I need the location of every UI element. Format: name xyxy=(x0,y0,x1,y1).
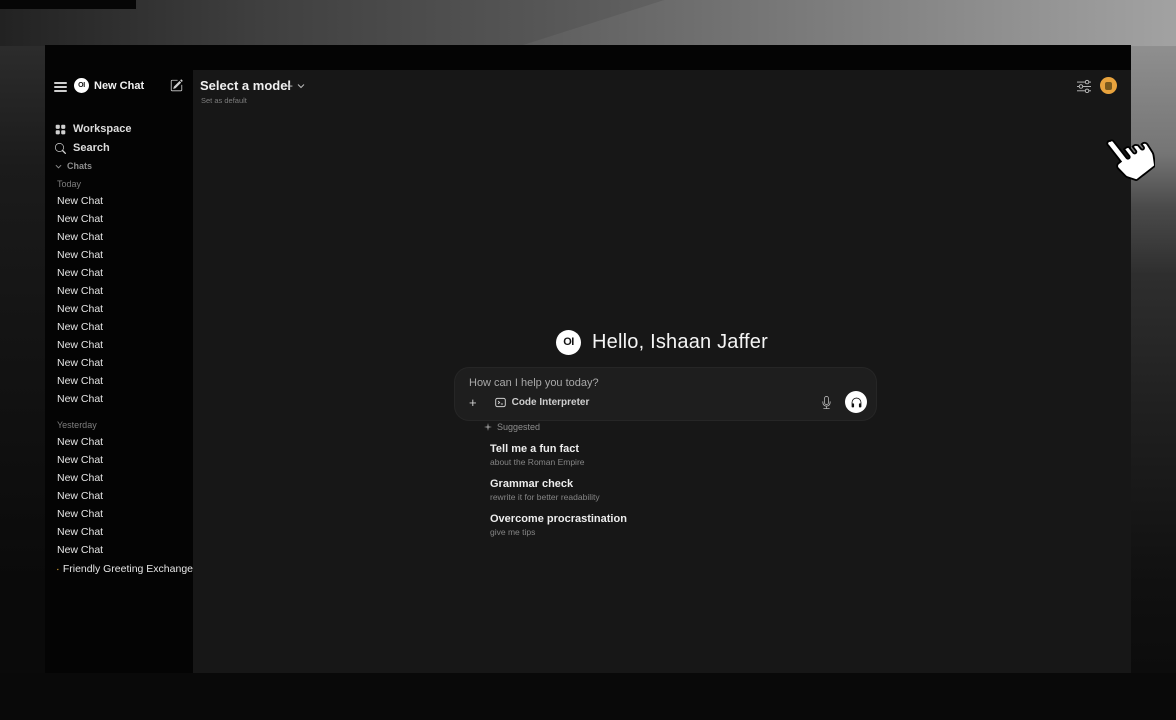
suggested-prompt[interactable]: Grammar check rewrite it for better read… xyxy=(484,478,904,502)
suggested-prompt[interactable]: Overcome procrastination give me tips xyxy=(484,513,904,537)
suggested-title: Overcome procrastination xyxy=(490,513,904,525)
chat-list-item[interactable]: New Chat xyxy=(45,487,193,505)
chevron-down-icon xyxy=(297,82,305,90)
message-composer[interactable]: How can I help you today? + Code Interpr… xyxy=(455,368,876,420)
chat-list-item[interactable]: New Chat xyxy=(45,282,193,300)
code-interpreter-toggle[interactable]: Code Interpreter xyxy=(495,397,590,408)
suggested-subtitle: rewrite it for better readability xyxy=(490,492,904,502)
composer-placeholder[interactable]: How can I help you today? xyxy=(469,377,599,389)
code-interpreter-label: Code Interpreter xyxy=(512,397,590,408)
chat-list-item[interactable]: New Chat xyxy=(45,505,193,523)
chat-list-yesterday: New Chat New Chat New Chat New Chat New … xyxy=(45,433,193,559)
greeting: OI Hello, Ishaan Jaffer xyxy=(193,326,1131,358)
chat-list-item[interactable]: New Chat xyxy=(45,469,193,487)
backdrop-notch xyxy=(0,0,136,9)
greeting-logo-text: OI xyxy=(563,336,574,348)
chat-list-item[interactable]: New Chat xyxy=(45,336,193,354)
voice-call-button[interactable] xyxy=(845,391,867,413)
chat-list-item[interactable]: New Chat xyxy=(45,451,193,469)
greeting-text: Hello, Ishaan Jaffer xyxy=(592,331,768,354)
sidebar: OI New Chat Workspace Search xyxy=(45,70,193,673)
chat-list-item-friendly-greeting[interactable]: Friendly Greeting Exchange xyxy=(45,560,193,578)
chat-list-item[interactable]: New Chat xyxy=(45,246,193,264)
chevron-down-icon xyxy=(55,163,62,170)
backdrop-right xyxy=(1131,46,1176,720)
terminal-icon xyxy=(495,397,506,408)
chat-list-item[interactable]: New Chat xyxy=(45,264,193,282)
backdrop-bottom xyxy=(0,673,1176,720)
chat-list-item[interactable]: New Chat xyxy=(45,372,193,390)
app-logo-text: OI xyxy=(78,82,85,89)
desktop-backdrop: OI New Chat Workspace Search xyxy=(0,0,1176,720)
add-model-button[interactable]: + xyxy=(286,79,293,93)
chat-list-item[interactable]: New Chat xyxy=(45,541,193,559)
search-label: Search xyxy=(73,142,110,154)
chat-list-item[interactable]: New Chat xyxy=(45,433,193,451)
open-webui-window: OI New Chat Workspace Search xyxy=(45,45,1131,673)
suggested-label: Suggested xyxy=(497,422,540,432)
greeting-logo: OI xyxy=(556,330,581,355)
chats-section-toggle[interactable]: Chats xyxy=(55,161,92,171)
set-as-default-link[interactable]: Set as default xyxy=(201,96,247,105)
chat-list-item[interactable]: New Chat xyxy=(45,300,193,318)
sidebar-title: New Chat xyxy=(94,80,144,92)
group-label-today: Today xyxy=(57,179,81,189)
chats-label: Chats xyxy=(67,161,92,171)
sidebar-toggle-icon[interactable] xyxy=(54,82,67,91)
microphone-icon[interactable] xyxy=(820,396,833,409)
search-icon xyxy=(55,143,66,154)
pinned-chat-title: Friendly Greeting Exchange xyxy=(63,563,193,575)
chat-list-today: New Chat New Chat New Chat New Chat New … xyxy=(45,192,193,408)
chat-list-item[interactable]: New Chat xyxy=(45,210,193,228)
backdrop-left xyxy=(0,46,45,720)
suggested-prompts: Suggested Tell me a fun fact about the R… xyxy=(484,422,904,537)
suggested-title: Grammar check xyxy=(490,478,904,490)
main-area: Select a model + Set as default OI xyxy=(193,70,1131,673)
chat-list-item[interactable]: New Chat xyxy=(45,354,193,372)
suggested-title: Tell me a fun fact xyxy=(490,443,904,455)
attach-plus-button[interactable]: + xyxy=(469,396,477,409)
avatar-mark xyxy=(1105,82,1112,90)
chat-list-item[interactable]: New Chat xyxy=(45,318,193,336)
app-logo: OI xyxy=(74,78,89,93)
topbar-right xyxy=(1077,77,1117,94)
controls-sliders-icon[interactable] xyxy=(1077,79,1091,93)
sidebar-item-workspace[interactable]: Workspace xyxy=(45,121,193,137)
suggested-prompt[interactable]: Tell me a fun fact about the Roman Empir… xyxy=(484,443,904,467)
chat-list-item[interactable]: New Chat xyxy=(45,390,193,408)
workspace-grid-icon xyxy=(55,124,66,135)
chat-list-item[interactable]: New Chat xyxy=(45,523,193,541)
new-chat-icon[interactable] xyxy=(170,79,183,92)
group-label-yesterday: Yesterday xyxy=(57,420,97,430)
chat-list-item[interactable]: New Chat xyxy=(45,228,193,246)
composer-toolbar: + Code Interpreter xyxy=(455,390,876,414)
suggested-header: Suggested xyxy=(484,422,904,432)
sidebar-item-search[interactable]: Search xyxy=(45,140,193,156)
sidebar-header: OI New Chat xyxy=(45,75,193,97)
wave-emoji-icon xyxy=(57,564,59,575)
user-avatar[interactable] xyxy=(1100,77,1117,94)
model-selector-label: Select a model xyxy=(200,78,291,93)
headphones-icon xyxy=(850,396,863,409)
suggested-subtitle: give me tips xyxy=(490,527,904,537)
sparkle-icon xyxy=(484,423,492,431)
suggested-subtitle: about the Roman Empire xyxy=(490,457,904,467)
workspace-label: Workspace xyxy=(73,123,132,135)
chat-list-item[interactable]: New Chat xyxy=(45,192,193,210)
